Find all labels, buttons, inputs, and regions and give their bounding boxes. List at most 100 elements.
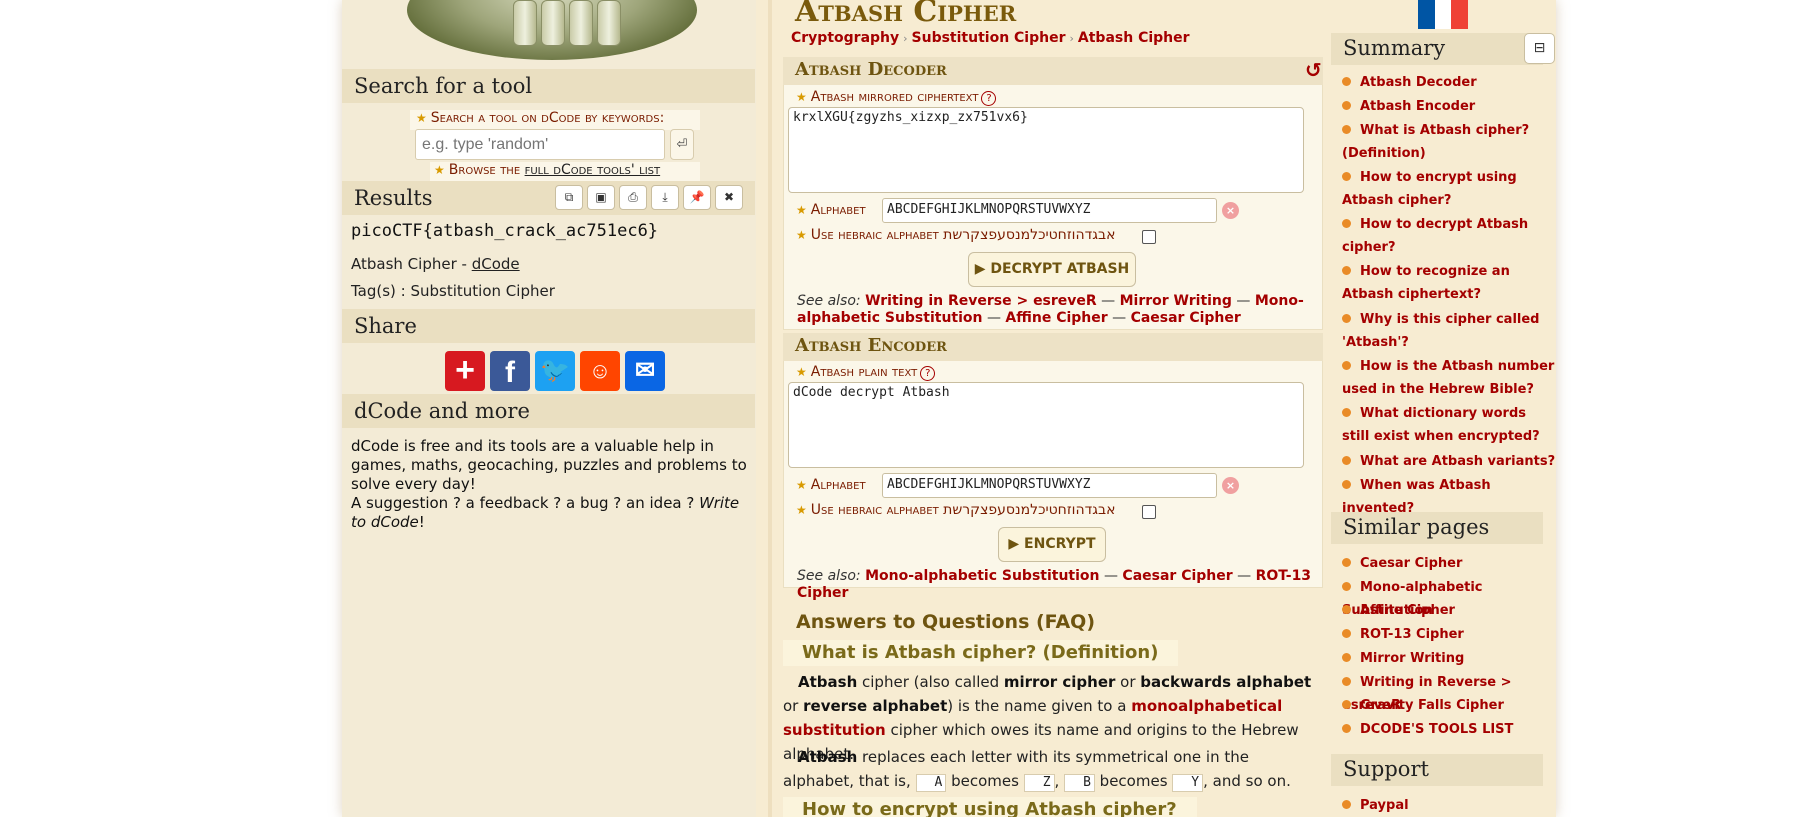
similar-item[interactable]: Affine Cipher	[1342, 599, 1557, 622]
faq-question: How to encrypt using Atbash cipher?	[783, 797, 1197, 817]
search-heading: Search for a tool	[342, 69, 755, 103]
twitter-icon[interactable]: 🐦	[535, 351, 575, 391]
decoder-hebrew-label: ★ Use hebraic alphabet אבגדהוזחטיכלמנסעפצ…	[796, 227, 1116, 243]
see-also-link[interactable]: Mono-alphabetic Substitution	[865, 568, 1099, 584]
summary-heading: Summary	[1331, 33, 1543, 65]
result-value[interactable]: picoCTF{atbash_crack_ac751ec6}	[351, 221, 658, 241]
similar-item[interactable]: ROT-13 Cipher	[1342, 623, 1557, 646]
bullet-icon	[1342, 219, 1351, 228]
search-label: ★ Search a tool on dCode by keywords:	[410, 110, 700, 130]
encoder-hebrew-checkbox[interactable]	[1142, 505, 1156, 519]
decrypt-button[interactable]: ▶ DECRYPT ATBASH	[968, 252, 1136, 287]
plus-icon[interactable]: +	[445, 351, 485, 391]
decoder-heading: Atbash Decoder	[783, 57, 1323, 85]
column-divider	[768, 0, 772, 817]
facebook-icon[interactable]: f	[490, 351, 530, 391]
collapse-icon[interactable]: ⊟	[1524, 33, 1555, 64]
support-heading: Support	[1331, 754, 1543, 786]
summary-item[interactable]: How to encrypt using Atbash cipher?	[1342, 166, 1557, 212]
summary-item[interactable]: What are Atbash variants?	[1342, 450, 1557, 473]
similar-heading: Similar pages	[1331, 512, 1543, 544]
download-icon[interactable]: ⤓	[651, 185, 679, 210]
clear-icon[interactable]: ×	[1222, 202, 1239, 219]
encoder-alphabet-input[interactable]: ABCDEFGHIJKLMNOPQRSTUVWXYZ	[882, 473, 1217, 498]
bullet-icon	[1342, 172, 1351, 181]
encrypt-button[interactable]: ▶ ENCRYPT	[998, 527, 1106, 562]
refresh-icon[interactable]: ↺	[1305, 58, 1322, 82]
see-also-link[interactable]: Affine Cipher	[1005, 310, 1107, 326]
similar-item[interactable]: Gravity Falls Cipher	[1342, 694, 1557, 717]
encoder-alphabet-label: ★ Alphabet	[796, 477, 866, 493]
summary-item[interactable]: How to decrypt Atbash cipher?	[1342, 213, 1557, 259]
bullet-icon	[1342, 653, 1351, 662]
encoder-text-label: ★ Atbash plain text?	[796, 364, 936, 381]
reddit-icon[interactable]: ☺	[580, 351, 620, 391]
bullet-icon	[1342, 677, 1351, 686]
decoder-text-label: ★ Atbash mirrored ciphertext?	[796, 89, 997, 106]
search-input[interactable]	[415, 129, 665, 160]
breadcrumb-atbash[interactable]: Atbash Cipher	[1078, 30, 1190, 46]
result-tags: Tag(s) : Substitution Cipher	[351, 282, 555, 300]
screenshot-icon[interactable]: ▣	[587, 185, 615, 210]
star-icon: ★	[416, 111, 427, 125]
similar-item[interactable]: Mirror Writing	[1342, 647, 1557, 670]
bullet-icon	[1342, 456, 1351, 465]
decoder-alphabet-input[interactable]: ABCDEFGHIJKLMNOPQRSTUVWXYZ	[882, 198, 1217, 223]
encoder-hebrew-label: ★ Use hebraic alphabet אבגדהוזחטיכלמנסעפצ…	[796, 502, 1116, 518]
bullet-icon	[1342, 314, 1351, 323]
faq-question: What is Atbash cipher? (Definition)	[783, 640, 1179, 666]
decoder-hebrew-checkbox[interactable]	[1142, 230, 1156, 244]
bullet-icon	[1342, 480, 1351, 489]
browse-tools-link-row: ★ Browse the full dCode tools' list	[430, 162, 700, 182]
support-item[interactable]: Paypal	[1342, 794, 1557, 817]
summary-item[interactable]: What dictionary words still exist when e…	[1342, 402, 1557, 448]
summary-item[interactable]: How is the Atbash number used in the Heb…	[1342, 355, 1557, 401]
bullet-icon	[1342, 800, 1351, 809]
close-icon[interactable]: ✖	[715, 185, 743, 210]
similar-item[interactable]: Caesar Cipher	[1342, 552, 1557, 575]
copy-icon[interactable]: ⧉	[555, 185, 583, 210]
flag-stripe	[1418, 0, 1435, 29]
summary-item[interactable]: Atbash Encoder	[1342, 95, 1557, 118]
decoder-ciphertext-input[interactable]: krxlXGU{zgyzhs_xizxp_zx751vx6}	[788, 107, 1304, 193]
more-heading: dCode and more	[342, 394, 755, 428]
french-flag-icon[interactable]	[1418, 0, 1469, 29]
see-also-link[interactable]: Writing in Reverse > esreveR	[865, 293, 1097, 309]
more-text: dCode is free and its tools are a valuab…	[351, 437, 747, 531]
print-icon[interactable]: ⎙	[619, 185, 647, 210]
clear-icon[interactable]: ×	[1222, 477, 1239, 494]
see-also-link[interactable]: Caesar Cipher	[1122, 568, 1232, 584]
pin-icon[interactable]: 📌	[683, 185, 711, 210]
dcode-link[interactable]: dCode	[472, 255, 520, 273]
page-title: Atbash Cipher	[795, 0, 1017, 29]
summary-item[interactable]: What is Atbash cipher? (Definition)	[1342, 119, 1557, 165]
decoder-see-also: See also: Writing in Reverse > esreveR —…	[797, 293, 1304, 326]
share-heading: Share	[342, 309, 755, 343]
decoder-alphabet-label: ★ Alphabet	[796, 202, 866, 218]
encoder-see-also: See also: Mono-alphabetic Substitution —…	[797, 568, 1312, 601]
bullet-icon	[1342, 724, 1351, 733]
see-also-link[interactable]: Mirror Writing	[1120, 293, 1232, 309]
similar-item[interactable]: DCODE'S TOOLS LIST	[1342, 718, 1557, 741]
enter-icon[interactable]: ⏎	[670, 129, 694, 160]
help-icon[interactable]: ?	[920, 366, 936, 381]
bullet-icon	[1342, 266, 1351, 275]
bullet-icon	[1342, 125, 1351, 134]
browse-tools-link[interactable]: full dCode tools' list	[525, 162, 661, 178]
summary-item[interactable]: Atbash Decoder	[1342, 71, 1557, 94]
bullet-icon	[1342, 558, 1351, 567]
bullet-icon	[1342, 101, 1351, 110]
mail-icon[interactable]: ✉	[625, 351, 665, 391]
breadcrumb-cryptography[interactable]: Cryptography	[791, 30, 899, 46]
breadcrumb-substitution[interactable]: Substitution Cipher	[912, 30, 1066, 46]
star-icon: ★	[434, 163, 445, 177]
summary-item[interactable]: Why is this cipher called 'Atbash'?	[1342, 308, 1557, 354]
cryptex-logo-image	[395, 0, 705, 68]
summary-item[interactable]: How to recognize an Atbash ciphertext?	[1342, 260, 1557, 306]
encoder-plaintext-input[interactable]: dCode decrypt Atbash	[788, 382, 1304, 468]
breadcrumb: Cryptography › Substitution Cipher › Atbash …	[791, 30, 1190, 46]
faq-answer: Atbash replaces each letter with its sym…	[783, 748, 1291, 792]
help-icon[interactable]: ?	[981, 91, 997, 106]
bullet-icon	[1342, 361, 1351, 370]
see-also-link[interactable]: Caesar Cipher	[1131, 310, 1241, 326]
